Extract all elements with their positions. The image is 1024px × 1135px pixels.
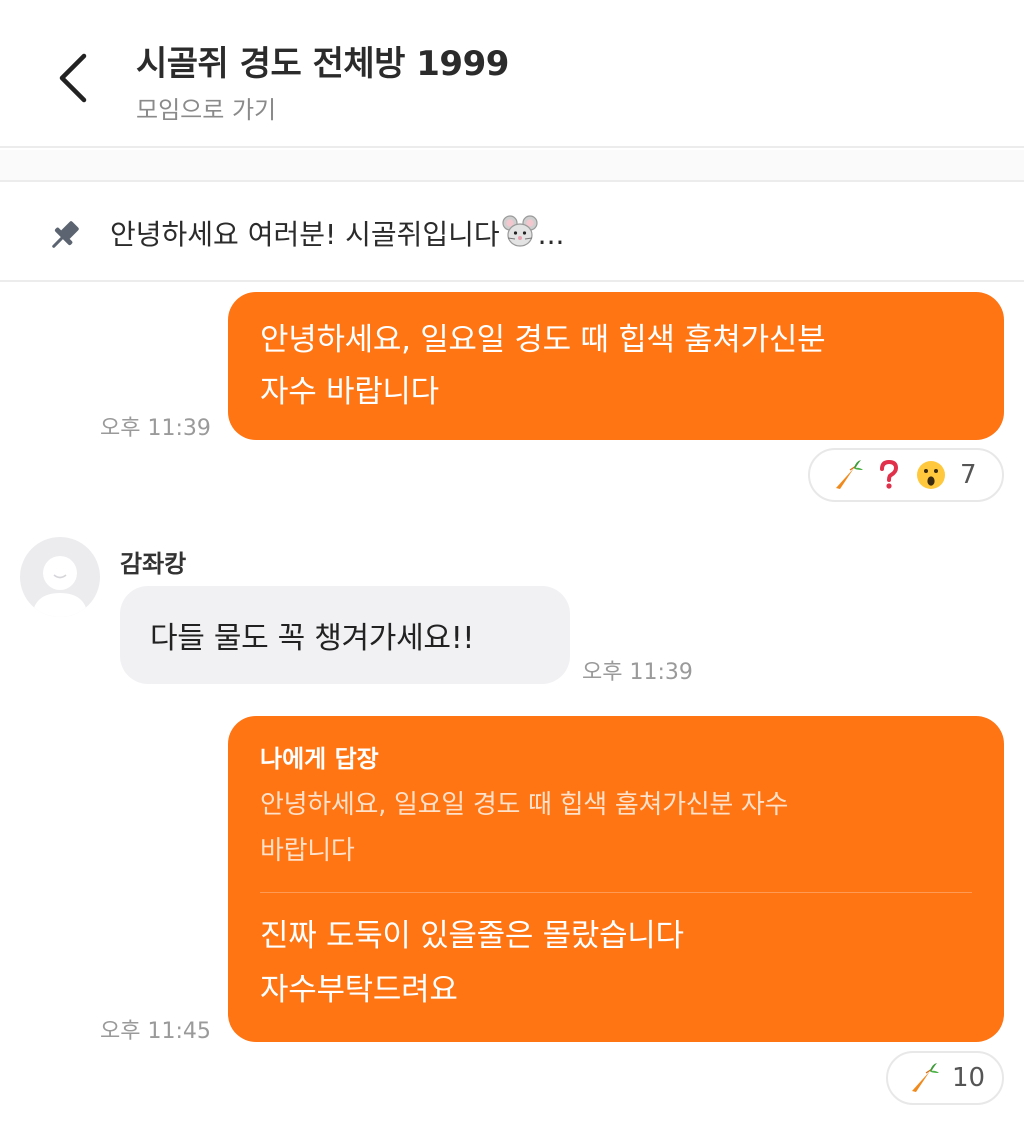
pinned-notice-text: 안녕하세요 여러분! 시골쥐입니다 ... <box>110 213 564 253</box>
header-divider <box>0 150 1024 182</box>
incoming-message-bubble[interactable]: 다들 물도 꼭 챙겨가세요!! <box>120 586 570 684</box>
message-text: 다들 물도 꼭 챙겨가세요!! <box>150 621 475 656</box>
go-to-group-link[interactable]: 모임으로 가기 <box>136 90 276 125</box>
reply-divider <box>260 892 972 893</box>
avatar[interactable] <box>20 537 100 617</box>
reaction-summary[interactable]: 10 <box>886 1051 1004 1105</box>
pinned-notice-ellipsis: ... <box>537 218 565 251</box>
pin-icon <box>52 221 79 248</box>
surprised-face-icon <box>917 461 945 489</box>
chevron-left-icon <box>59 53 87 103</box>
reaction-count: 10 <box>952 1063 986 1093</box>
outgoing-reply-bubble[interactable]: 나에게 답장 안녕하세요, 일요일 경도 때 힙색 훔쳐가신분 자수 바랍니다 … <box>228 716 1004 1042</box>
carrot-icon <box>912 1063 939 1092</box>
pinned-notice-body: 안녕하세요 여러분! 시골쥐입니다 <box>110 218 500 251</box>
reply-label: 나에게 답장 <box>260 745 379 773</box>
quoted-message[interactable]: 안녕하세요, 일요일 경도 때 힙색 훔쳐가신분 자수 바랍니다 <box>260 782 972 874</box>
message-timestamp: 오후 11:39 <box>100 416 211 441</box>
outgoing-message-bubble[interactable]: 안녕하세요, 일요일 경도 때 힙색 훔쳐가신분 자수 바랍니다 <box>228 292 1004 440</box>
chat-title: 시골쥐 경도 전체방 1999 <box>136 44 509 84</box>
carrot-icon <box>836 460 863 489</box>
question-mark-icon <box>880 459 899 489</box>
message-timestamp: 오후 11:39 <box>582 660 693 685</box>
quoted-text-line: 바랍니다 <box>260 836 355 866</box>
message-text-line: 안녕하세요, 일요일 경도 때 힙색 훔쳐가신분 <box>260 322 826 358</box>
sender-name[interactable]: 감좌캉 <box>120 544 186 579</box>
quoted-text-line: 안녕하세요, 일요일 경도 때 힙색 훔쳐가신분 자수 <box>260 790 789 820</box>
reaction-summary[interactable]: 7 <box>808 448 1004 502</box>
default-profile-icon <box>32 556 88 617</box>
reaction-count: 7 <box>960 460 977 490</box>
message-text-line: 진짜 도둑이 있을줄은 몰랐습니다 <box>260 918 684 954</box>
message-text-line: 자수 바랍니다 <box>260 374 439 410</box>
back-button[interactable] <box>48 48 98 108</box>
mouse-face-icon <box>502 215 538 247</box>
message-text-line: 자수부탁드려요 <box>260 972 458 1008</box>
message-timestamp: 오후 11:45 <box>100 1019 211 1044</box>
